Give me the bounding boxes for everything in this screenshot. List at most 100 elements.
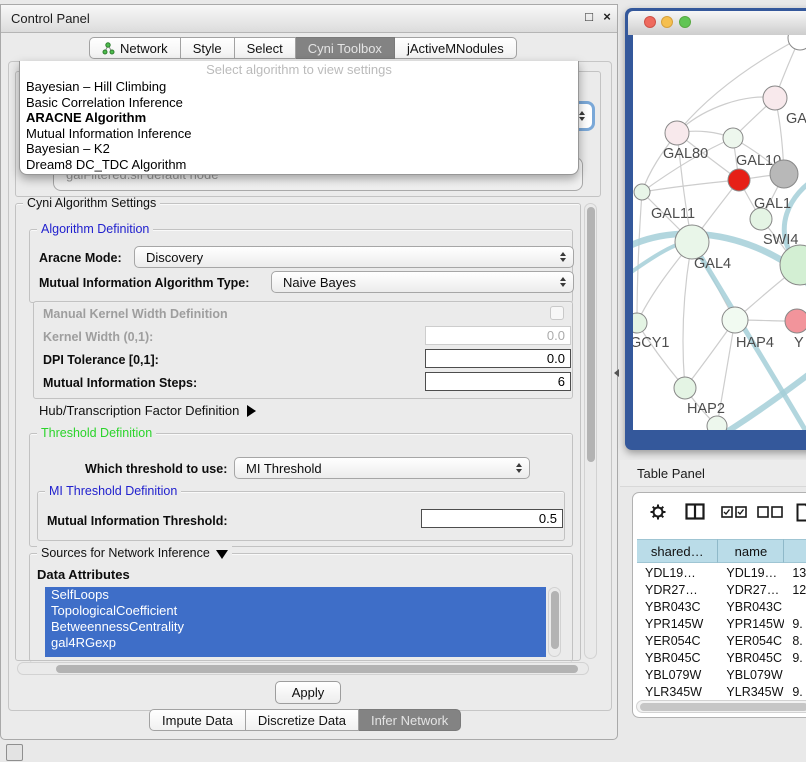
scrollbar-thumb[interactable] — [587, 207, 595, 462]
network-node-hap4[interactable] — [722, 307, 748, 333]
tab-label: Impute Data — [162, 713, 233, 728]
list-item[interactable] — [45, 651, 546, 657]
tab-cyni-toolbox[interactable]: Cyni Toolbox — [296, 37, 395, 59]
split-collapse-icon[interactable] — [614, 369, 619, 377]
combo-arrows-icon — [579, 111, 585, 121]
which-threshold-select[interactable]: MI Threshold — [234, 457, 530, 479]
which-threshold-value: MI Threshold — [246, 461, 322, 476]
close-icon[interactable]: × — [599, 9, 615, 25]
tab-select[interactable]: Select — [235, 37, 296, 59]
float-window-icon[interactable]: □ — [581, 9, 597, 25]
network-node-gal80[interactable] — [665, 121, 689, 145]
popup-item-bayesian-hill-climbing[interactable]: Bayesian – Hill Climbing — [20, 79, 578, 95]
list-item-betweennesscentrality[interactable]: BetweennessCentrality — [45, 619, 546, 635]
network-node-gal4[interactable] — [675, 225, 709, 259]
dpi-tolerance-input[interactable]: 0.0 — [425, 349, 571, 368]
table-row[interactable]: YLR345WYLR345W9. — [637, 684, 806, 701]
bottom-tab-impute-data[interactable]: Impute Data — [149, 709, 246, 731]
table-row[interactable]: YDL19…YDL19…13 — [637, 565, 806, 582]
list-item-selfloops[interactable]: SelfLoops — [45, 587, 546, 603]
manual-kernel-checkbox[interactable] — [550, 306, 564, 320]
gear-icon[interactable] — [649, 503, 667, 521]
network-node-gal[interactable] — [763, 86, 787, 110]
table-cell: YBL079W — [718, 667, 784, 684]
network-window[interactable]: GALGAL80GAL10GAL11GAL1GAL4SWI4GCY1HAP4YH… — [625, 8, 806, 450]
threshold-definition-title: Threshold Definition — [37, 426, 156, 440]
network-node-y[interactable] — [785, 309, 806, 333]
table-cell — [784, 667, 806, 684]
network-node-hap2[interactable] — [674, 377, 696, 399]
network-node-gal10[interactable] — [723, 128, 743, 148]
list-item-gal4rgexp[interactable]: gal4RGexp — [45, 635, 546, 651]
popup-item-mutual-information-inference[interactable]: Mutual Information Inference — [20, 126, 578, 142]
column-split-icon[interactable] — [685, 503, 705, 520]
kernel-width-input[interactable]: 0.0 — [425, 326, 571, 345]
tab-jactivemnodules[interactable]: jActiveMNodules — [395, 37, 517, 59]
list-vertical-scrollbar[interactable] — [548, 587, 561, 657]
table-row[interactable]: YBL079WYBL079W — [637, 667, 806, 684]
select-all-checkboxes-icon[interactable] — [721, 506, 747, 518]
hub-section-toggle[interactable]: Hub/Transcription Factor Definition — [39, 403, 256, 418]
table-panel-titlebar[interactable]: Table Panel — [620, 460, 806, 487]
control-panel-titlebar[interactable]: Control Panel □ × — [1, 5, 617, 33]
apply-button[interactable]: Apply — [275, 681, 341, 704]
mi-threshold-input[interactable]: 0.5 — [421, 509, 563, 528]
node-label-gcy1: GCY1 — [633, 335, 670, 351]
popup-item-aracne-algorithm[interactable]: ARACNE Algorithm — [20, 110, 578, 126]
cyni-settings-title: Cyni Algorithm Settings — [23, 196, 160, 210]
mi-steps-value: 6 — [558, 374, 565, 389]
table-header-cell[interactable] — [784, 539, 806, 563]
table-cell: YBR043C — [637, 599, 718, 616]
data-attributes-list[interactable]: SelfLoopsTopologicalCoefficientBetweenne… — [45, 587, 546, 657]
popup-item-dream8-dc-tdc-algorithm[interactable]: Dream8 DC_TDC Algorithm — [20, 157, 578, 173]
mi-algorithm-type-select[interactable]: Naive Bayes — [271, 271, 574, 293]
network-node[interactable] — [728, 169, 750, 191]
dpi-tolerance-value: 0.0 — [547, 351, 565, 366]
table-horizontal-scrollbar[interactable] — [636, 700, 806, 713]
tab-style[interactable]: Style — [181, 37, 235, 59]
popup-item-basic-correlation-inference[interactable]: Basic Correlation Inference — [20, 95, 578, 111]
bottom-tab-infer-network[interactable]: Infer Network — [359, 709, 461, 731]
network-node[interactable] — [770, 160, 798, 188]
table-cell: YDL19… — [718, 565, 784, 582]
network-canvas[interactable]: GALGAL80GAL10GAL11GAL1GAL4SWI4GCY1HAP4YH… — [633, 35, 806, 430]
bottom-tab-discretize-data[interactable]: Discretize Data — [246, 709, 359, 731]
table-cell: YLR345W — [718, 684, 784, 701]
deselect-all-checkboxes-icon[interactable] — [757, 506, 783, 518]
table-row[interactable]: YPR145WYPR145W9. — [637, 616, 806, 633]
table-row[interactable]: YDR27…YDR27…12 — [637, 582, 806, 599]
table-header-cell-shared[interactable]: shared… — [637, 539, 718, 563]
sources-title: Sources for Network Inference — [37, 546, 232, 560]
table-cell: YDL19… — [637, 565, 718, 582]
table-row[interactable]: YBR043CYBR043C — [637, 599, 806, 616]
table-row[interactable]: YBR045CYBR045C9. — [637, 650, 806, 667]
data-attributes-label: Data Attributes — [37, 567, 130, 582]
mi-steps-input[interactable]: 6 — [425, 372, 571, 391]
expanded-arrow-icon — [216, 550, 228, 559]
settings-vertical-scrollbar[interactable] — [584, 203, 597, 659]
traffic-zoom-icon[interactable] — [679, 16, 691, 28]
table-row[interactable]: YER054CYER054C8. — [637, 633, 806, 650]
mi-type-label: Mutual Information Algorithm Type: — [39, 276, 249, 290]
scrollbar-thumb[interactable] — [56, 665, 578, 673]
table-header-cell-name[interactable]: name — [718, 539, 784, 563]
scrollbar-thumb[interactable] — [640, 703, 806, 711]
new-table-icon[interactable] — [796, 503, 806, 522]
list-item-topologicalcoefficient[interactable]: TopologicalCoefficient — [45, 603, 546, 619]
algorithm-definition-title: Algorithm Definition — [37, 222, 153, 236]
traffic-close-icon[interactable] — [644, 16, 656, 28]
traffic-minimize-icon[interactable] — [661, 16, 673, 28]
node-label-y: Y — [794, 335, 804, 351]
table-cell — [784, 599, 806, 616]
network-node-gcy1[interactable] — [633, 313, 647, 333]
tab-network[interactable]: Network — [89, 37, 181, 59]
network-node[interactable] — [788, 35, 806, 50]
table-cell: YER054C — [718, 633, 784, 650]
collapsed-panel-icon[interactable] — [6, 744, 23, 761]
aracne-mode-select[interactable]: Discovery — [134, 246, 574, 268]
network-window-titlebar[interactable] — [628, 11, 806, 35]
popup-item-bayesian-k2[interactable]: Bayesian – K2 — [20, 141, 578, 157]
scrollbar-thumb[interactable] — [551, 591, 559, 649]
settings-horizontal-scrollbar[interactable] — [17, 662, 589, 675]
network-node-gal11[interactable] — [634, 184, 650, 200]
